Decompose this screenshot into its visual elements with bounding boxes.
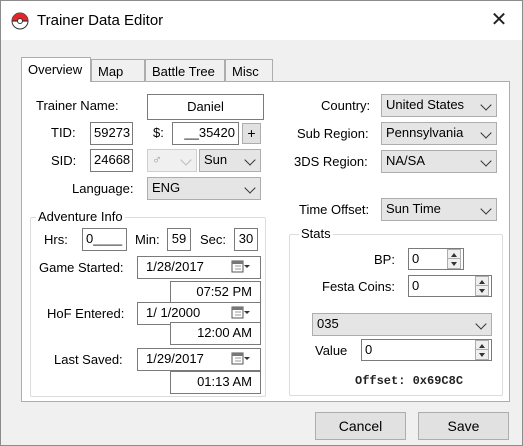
chevron-down-icon xyxy=(480,99,492,111)
ds-region-value: NA/SA xyxy=(386,153,426,168)
calendar-dropdown-icon[interactable] xyxy=(231,351,251,367)
language-label: Language: xyxy=(72,181,134,196)
chevron-down-icon xyxy=(475,318,487,330)
value-spinner[interactable] xyxy=(475,340,489,360)
seconds-label: Sec: xyxy=(200,232,227,247)
last-saved-time-field[interactable]: 01:13 AM xyxy=(170,371,261,394)
tid-label: TID: xyxy=(51,125,76,140)
spin-up-icon[interactable] xyxy=(476,277,488,286)
tab-overview[interactable]: Overview xyxy=(21,57,91,82)
hof-entered-label: HoF Entered: xyxy=(47,306,125,321)
calendar-dropdown-icon[interactable] xyxy=(231,259,251,275)
hours-field[interactable]: 0____ xyxy=(82,228,127,251)
tab-map[interactable]: Map xyxy=(91,59,145,82)
spin-down-icon[interactable] xyxy=(448,259,460,268)
title-bar: Trainer Data Editor ✕ xyxy=(1,1,522,40)
language-dropdown[interactable]: ENG xyxy=(147,177,261,200)
sid-label: SID: xyxy=(51,153,77,168)
hof-time-field[interactable]: 12:00 AM xyxy=(170,322,261,345)
language-value: ENG xyxy=(152,180,181,195)
spin-up-icon[interactable] xyxy=(448,250,460,259)
value-field[interactable]: 0 xyxy=(361,339,492,361)
overview-panel: Trainer Name: Daniel TID: 59273 $: __354… xyxy=(21,81,510,402)
close-button[interactable]: ✕ xyxy=(479,3,519,37)
money-field[interactable]: __35420 xyxy=(172,122,239,145)
money-label: $: xyxy=(153,125,164,140)
spin-up-icon[interactable] xyxy=(476,341,488,350)
chevron-down-icon xyxy=(480,155,492,167)
spin-down-icon[interactable] xyxy=(476,286,488,295)
tab-misc[interactable]: Misc xyxy=(225,59,273,82)
adventure-info-label: Adventure Info xyxy=(36,209,125,224)
sub-region-dropdown[interactable]: Pennsylvania xyxy=(381,122,497,145)
pokeball-icon xyxy=(11,12,29,30)
calendar-dropdown-icon[interactable] xyxy=(231,305,251,321)
trainer-name-label: Trainer Name: xyxy=(36,98,119,113)
tid-field[interactable]: 59273 xyxy=(90,122,133,145)
gender-dropdown[interactable]: ♂ xyxy=(147,149,197,172)
sub-region-label: Sub Region: xyxy=(297,126,369,141)
sub-region-value: Pennsylvania xyxy=(386,125,464,140)
stat-selector-dropdown[interactable]: 035 xyxy=(312,313,492,336)
ds-region-dropdown[interactable]: NA/SA xyxy=(381,150,497,173)
window-title: Trainer Data Editor xyxy=(37,12,164,29)
sid-field[interactable]: 24668 xyxy=(90,149,133,172)
gender-value: ♂ xyxy=(152,152,162,167)
last-saved-date: 1/29/2017 xyxy=(146,351,204,366)
festa-coins-spinner[interactable] xyxy=(475,276,489,296)
money-max-button[interactable]: + xyxy=(242,123,261,144)
spin-down-icon[interactable] xyxy=(476,350,488,359)
trainer-data-editor-window: Trainer Data Editor ✕ Overview Map Battl… xyxy=(0,0,523,446)
trainer-name-field[interactable]: Daniel xyxy=(147,94,264,120)
offset-readout: Offset: 0x69C8C xyxy=(355,374,464,388)
stats-label: Stats xyxy=(299,226,333,241)
game-started-date: 1/28/2017 xyxy=(146,259,204,274)
minutes-label: Min: xyxy=(135,232,160,247)
hof-date: 1/ 1/2000 xyxy=(146,305,201,320)
game-version-dropdown[interactable]: Sun xyxy=(199,149,261,172)
minutes-field[interactable]: 59 xyxy=(167,228,191,251)
game-started-time-field[interactable]: 07:52 PM xyxy=(170,281,261,304)
country-label: Country: xyxy=(321,98,371,113)
chevron-down-icon xyxy=(244,182,256,194)
bp-spinner[interactable] xyxy=(447,249,461,269)
ds-region-label: 3DS Region: xyxy=(294,154,368,169)
save-button[interactable]: Save xyxy=(418,412,509,440)
chevron-down-icon xyxy=(480,203,492,215)
chevron-down-icon xyxy=(180,154,192,166)
hours-label: Hrs: xyxy=(44,232,68,247)
game-version-value: Sun xyxy=(204,152,228,167)
seconds-field[interactable]: 30 xyxy=(234,228,258,251)
chevron-down-icon xyxy=(244,154,256,166)
stat-selector-value: 035 xyxy=(317,316,339,331)
cancel-button[interactable]: Cancel xyxy=(315,412,406,440)
last-saved-label: Last Saved: xyxy=(54,352,123,367)
country-dropdown[interactable]: United States xyxy=(381,94,497,117)
chevron-down-icon xyxy=(480,127,492,139)
country-value: United States xyxy=(386,97,465,112)
value-label: Value xyxy=(315,343,348,358)
time-offset-value: Sun Time xyxy=(386,201,441,216)
game-started-label: Game Started: xyxy=(39,260,124,275)
bp-label: BP: xyxy=(374,252,395,267)
festa-coins-label: Festa Coins: xyxy=(322,279,395,294)
time-offset-dropdown[interactable]: Sun Time xyxy=(381,198,497,221)
tab-battle-tree[interactable]: Battle Tree xyxy=(145,59,225,82)
time-offset-label: Time Offset: xyxy=(299,202,370,217)
